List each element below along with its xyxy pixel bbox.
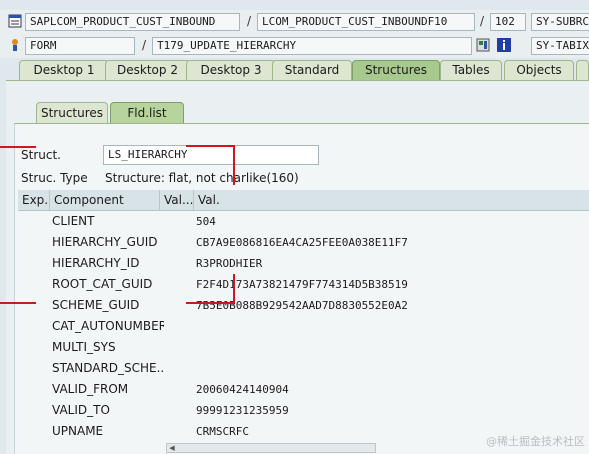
event-type-field[interactable]: FORM (25, 37, 135, 55)
component-cell: HIERARCHY_GUID (52, 235, 158, 249)
struct-input[interactable]: LS_HIERARCHY (103, 145, 319, 165)
table-row[interactable]: MULTI_SYS (18, 337, 589, 358)
table-row[interactable]: SCHEME_GUID 7B5E0B088B929542AAD7D8830552E… (18, 295, 589, 316)
struct-type-value: Structure: flat, not charlike(160) (105, 171, 299, 185)
struct-type-label: Struc. Type (21, 171, 88, 185)
component-cell: UPNAME (52, 424, 104, 438)
component-cell: ROOT_CAT_GUID (52, 277, 153, 291)
tab-desktop-3[interactable]: Desktop 3 (186, 60, 276, 81)
value-cell: F2F4D173A73821479F774314D5B38519 (196, 278, 408, 291)
program-field[interactable]: SAPLCOM_PRODUCT_CUST_INBOUND (25, 13, 240, 31)
horizontal-scrollbar[interactable]: ◀ (166, 443, 376, 453)
table-row[interactable]: ROOT_CAT_GUID F2F4D173A73821479F774314D5B… (18, 274, 589, 295)
subtab-structures[interactable]: Structures (36, 102, 108, 124)
component-cell: CLIENT (52, 214, 95, 228)
value-cell: R3PRODHIER (196, 257, 263, 270)
col-expand-header[interactable]: Exp. (18, 190, 50, 210)
event-icon[interactable] (8, 38, 22, 52)
table-row[interactable]: VALID_TO 99991231235959 (18, 400, 589, 421)
tab-objects[interactable]: Objects (504, 60, 574, 81)
value-cell (196, 337, 576, 358)
col-valtype-header[interactable]: Val... (160, 190, 194, 210)
table-row[interactable]: HIERARCHY_GUID CB7A9E086816EA4CA25FEE0A03… (18, 232, 589, 253)
annotation-line (0, 302, 36, 304)
annotation-line (233, 145, 235, 185)
annotation-line (186, 145, 234, 147)
scroll-left-icon[interactable]: ◀ (167, 444, 177, 452)
annotation-line (233, 274, 235, 303)
include-field[interactable]: LCOM_PRODUCT_CUST_INBOUNDF10 (257, 13, 475, 31)
table-row[interactable]: HIERARCHY_ID R3PRODHIER (18, 253, 589, 274)
tab-tables[interactable]: Tables (440, 60, 502, 81)
component-cell: STANDARD_SCHE... (52, 361, 164, 375)
component-cell: VALID_FROM (52, 382, 129, 396)
table-header: Exp. Component Val... Val. (18, 190, 589, 211)
tab-standard[interactable]: Standard (272, 60, 352, 81)
table-row[interactable]: VALID_FROM 20060424140904 (18, 379, 589, 400)
sysvar-tabix-field[interactable]: SY-TABIX (531, 37, 589, 55)
component-cell: VALID_TO (52, 403, 110, 417)
table-row[interactable]: STANDARD_SCHE... (18, 358, 589, 379)
separator: / (479, 14, 485, 28)
tab-overflow[interactable] (576, 60, 589, 81)
display-object-icon[interactable] (476, 38, 490, 52)
component-cell: MULTI_SYS (52, 340, 116, 354)
separator: / (246, 14, 252, 28)
col-component-header[interactable]: Component (50, 190, 160, 210)
component-cell: SCHEME_GUID (52, 298, 140, 312)
value-cell: 7B5E0B088B929542AAD7D8830552E0A2 (196, 299, 408, 312)
main-tabstrip: Desktop 1 Desktop 2 Desktop 3 Standard S… (0, 60, 589, 81)
tab-desktop-2[interactable]: Desktop 2 (105, 60, 190, 81)
value-cell: 504 (196, 215, 216, 228)
component-cell: CAT_AUTONUMBER (52, 319, 164, 333)
event-name-field[interactable]: T179_UPDATE_HIERARCHY (152, 37, 472, 55)
source-code-icon[interactable] (8, 14, 22, 28)
sysvar-subrc-field[interactable]: SY-SUBRC (531, 13, 589, 31)
info-icon[interactable] (497, 38, 511, 52)
tab-structures[interactable]: Structures (352, 60, 440, 81)
value-cell: 20060424140904 (196, 383, 289, 396)
subtab-fld-list[interactable]: Fld.list (110, 102, 184, 124)
table-row[interactable]: CAT_AUTONUMBER (18, 316, 589, 337)
component-cell: HIERARCHY_ID (52, 256, 140, 270)
line-field[interactable]: 102 (490, 13, 526, 31)
value-cell: 99991231235959 (196, 404, 289, 417)
annotation-line (186, 302, 234, 304)
table-row[interactable]: CLIENT 504 (18, 211, 589, 232)
value-cell: CB7A9E086816EA4CA25FEE0A038E11F7 (196, 236, 408, 249)
struct-label: Struct. (21, 148, 61, 162)
value-cell (196, 316, 576, 337)
watermark: @稀土掘金技术社区 (486, 435, 585, 448)
separator: / (141, 38, 147, 52)
col-value-header[interactable]: Val. (194, 190, 589, 210)
value-cell (196, 358, 576, 379)
tab-desktop-1[interactable]: Desktop 1 (19, 60, 109, 81)
annotation-line (0, 146, 36, 148)
